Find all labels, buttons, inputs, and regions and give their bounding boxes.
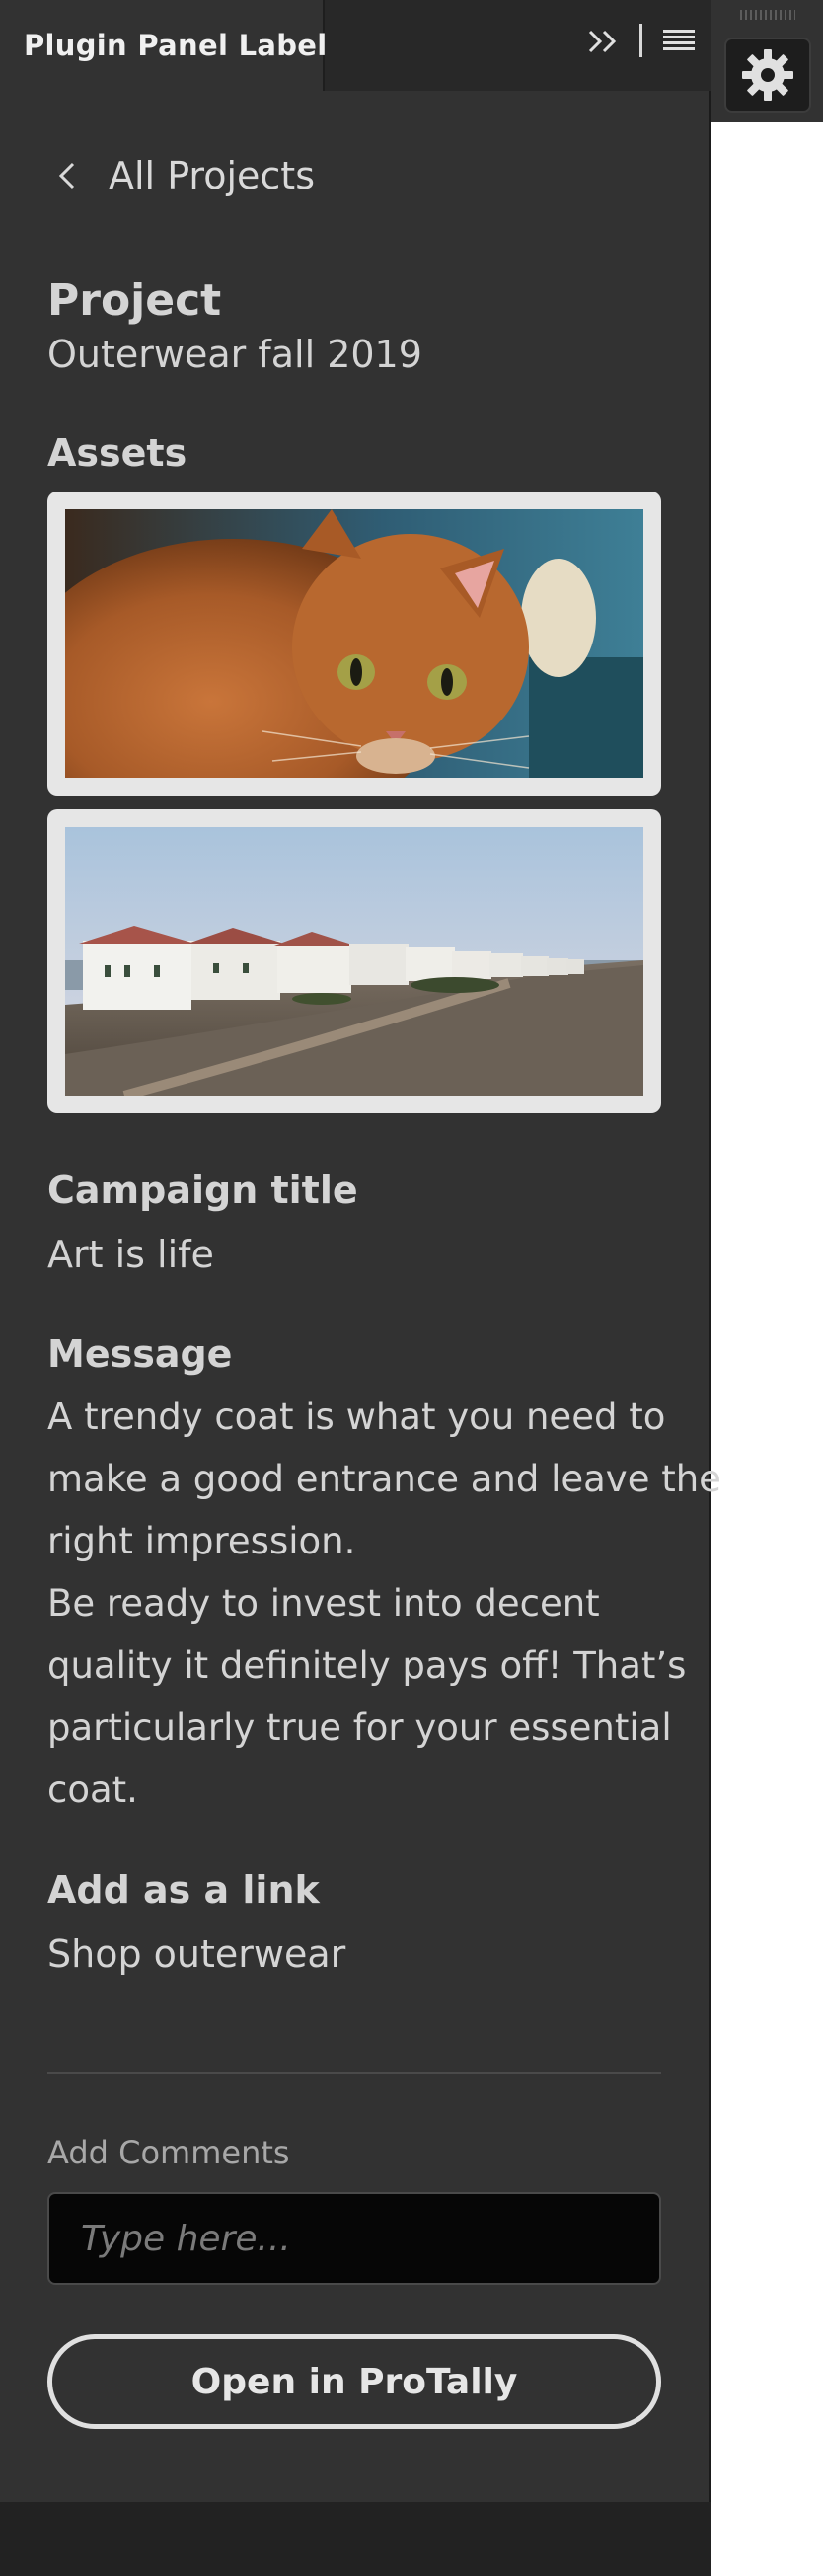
- chevron-left-icon: [58, 162, 75, 189]
- header-divider: [639, 24, 642, 57]
- coastal-houses-photo: [65, 827, 643, 1096]
- dock-grip-handle[interactable]: [740, 10, 795, 20]
- back-to-all-projects-link[interactable]: All Projects: [47, 154, 315, 197]
- project-name: Outerwear fall 2019: [47, 333, 422, 376]
- cat-photo: [65, 509, 643, 778]
- campaign-title-value: Art is life: [47, 1233, 214, 1276]
- message-line: Be ready to invest into decent: [47, 1582, 600, 1625]
- add-comments-label: Add Comments: [47, 2134, 290, 2171]
- panel-footer: [0, 2502, 711, 2576]
- gear-icon: [742, 49, 793, 101]
- panel-dock: [711, 0, 823, 122]
- message-line: make a good entrance and leave the: [47, 1458, 721, 1500]
- panel-tab-label: Plugin Panel Label: [24, 29, 328, 62]
- add-link-heading: Add as a link: [47, 1868, 320, 1912]
- project-heading: Project: [47, 275, 222, 326]
- link-value: Shop outerwear: [47, 1932, 346, 1976]
- section-divider: [47, 2072, 661, 2074]
- double-chevron-right-icon[interactable]: [586, 26, 622, 57]
- campaign-title-heading: Campaign title: [47, 1169, 358, 1212]
- plugin-panel: Plugin Panel Label All Projects Project …: [0, 0, 721, 2576]
- message-line: particularly true for your essential: [47, 1706, 672, 1749]
- message-line: coat.: [47, 1769, 138, 1811]
- panel-header: Plugin Panel Label: [0, 0, 711, 91]
- message-body: A trendy coat is what you need to make a…: [47, 1386, 721, 1821]
- message-heading: Message: [47, 1332, 233, 1376]
- message-line: right impression.: [47, 1520, 356, 1562]
- message-line: A trendy coat is what you need to: [47, 1396, 666, 1438]
- message-line: quality it definitely pays off! That’s: [47, 1644, 687, 1687]
- back-link-label: All Projects: [109, 154, 315, 197]
- asset-card-cat[interactable]: [47, 492, 661, 796]
- settings-button[interactable]: [724, 38, 811, 113]
- panel-tab[interactable]: Plugin Panel Label: [0, 0, 328, 91]
- hamburger-menu-icon[interactable]: [663, 28, 695, 53]
- comment-input[interactable]: [47, 2192, 661, 2285]
- open-in-protally-button[interactable]: Open in ProTally: [47, 2334, 661, 2429]
- asset-card-coastal-houses[interactable]: [47, 809, 661, 1113]
- assets-heading: Assets: [47, 431, 187, 475]
